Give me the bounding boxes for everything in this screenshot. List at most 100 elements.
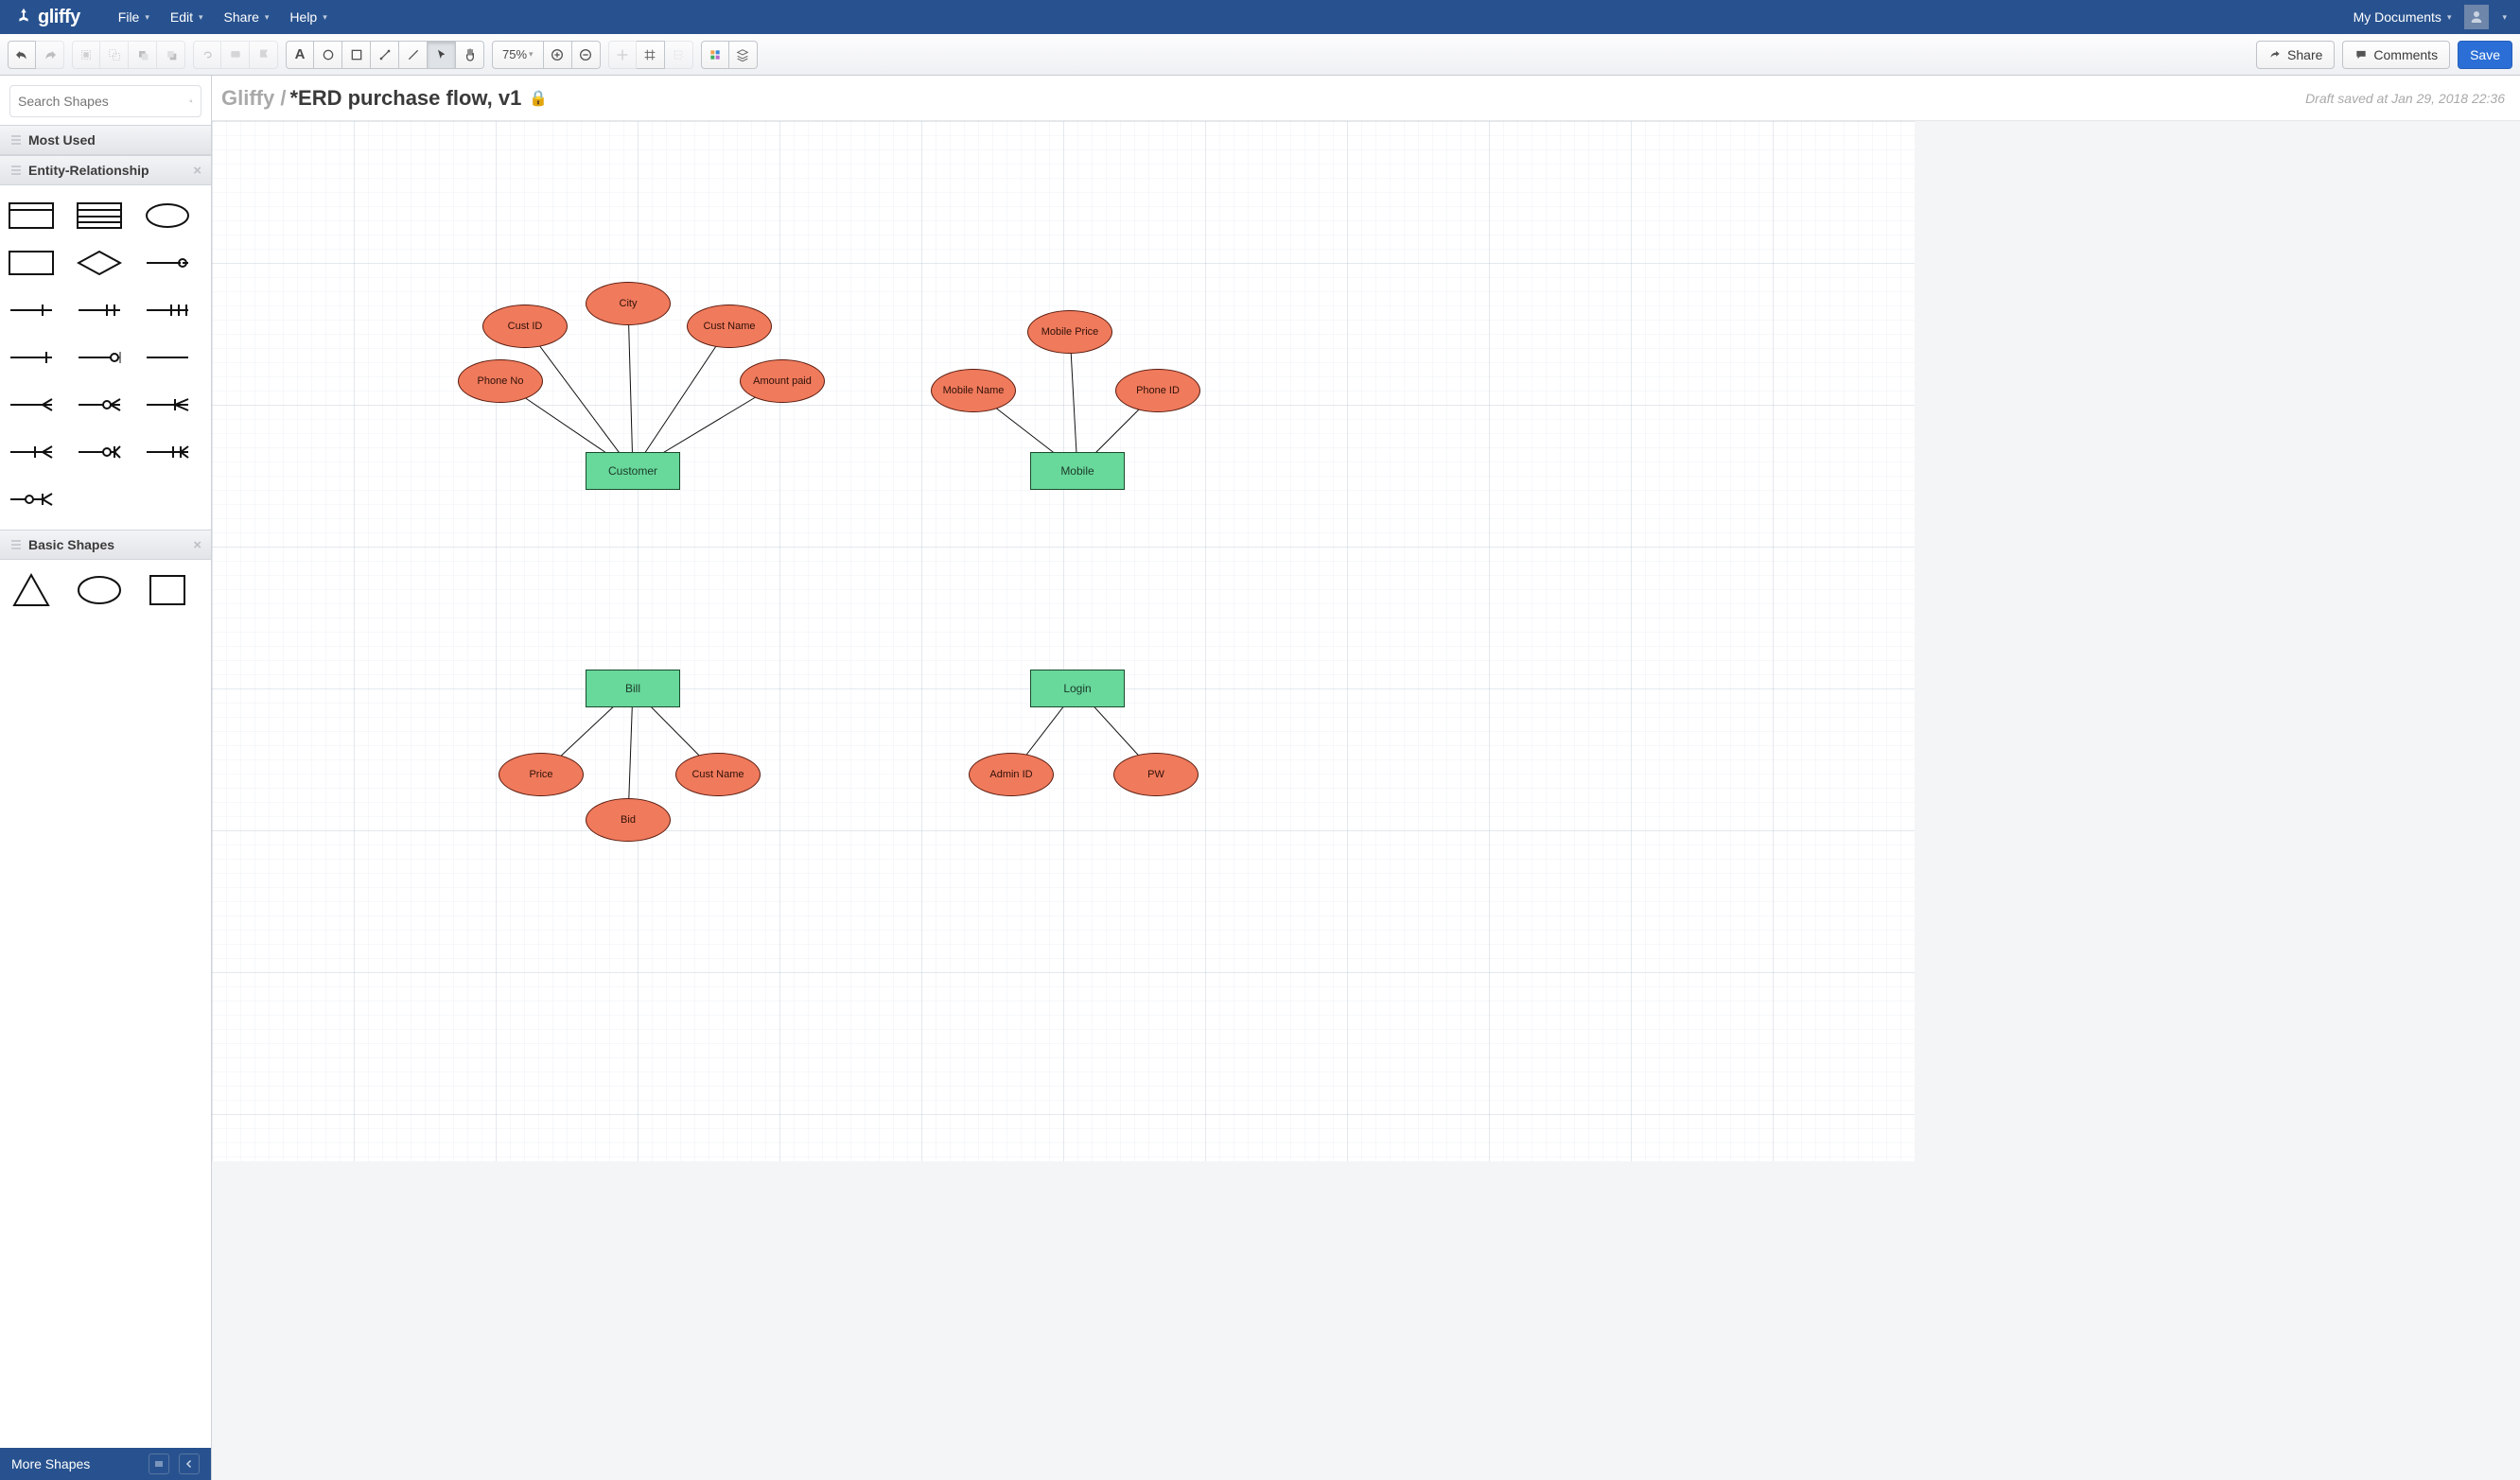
collapse-sidebar-button[interactable] [179, 1454, 200, 1474]
attribute-pw[interactable]: PW [1113, 753, 1199, 796]
my-documents[interactable]: My Documents▾ [2354, 9, 2452, 25]
attribute-bid[interactable]: Bid [586, 798, 671, 842]
shape-conn-5[interactable] [6, 337, 57, 378]
cursor-icon [434, 47, 449, 62]
square-icon [349, 47, 364, 62]
undo-button[interactable] [8, 41, 36, 69]
ungroup-icon [107, 47, 122, 62]
search-shapes[interactable] [9, 85, 201, 117]
attribute-amount_paid[interactable]: Amount paid [740, 359, 825, 403]
attribute-admin_id[interactable]: Admin ID [969, 753, 1054, 796]
zoom-in-button[interactable] [544, 41, 572, 69]
menu-file[interactable]: File▾ [118, 9, 149, 25]
shape-conn-3[interactable] [74, 289, 125, 331]
search-input[interactable] [18, 94, 189, 109]
text-tool[interactable]: A [286, 41, 314, 69]
category-er[interactable]: Entity-Relationship × [0, 155, 211, 185]
footer-btn-1[interactable] [149, 1454, 169, 1474]
front-button[interactable] [129, 41, 157, 69]
close-icon[interactable]: × [193, 537, 201, 553]
attribute-mobile_price[interactable]: Mobile Price [1027, 310, 1112, 354]
shape-conn-4[interactable] [142, 289, 193, 331]
redo-button[interactable] [36, 41, 64, 69]
attribute-phone_no[interactable]: Phone No [458, 359, 543, 403]
shape-ellipse[interactable] [74, 569, 125, 611]
note-button[interactable] [221, 41, 250, 69]
menu-edit[interactable]: Edit▾ [170, 9, 203, 25]
shape-conn-6[interactable] [74, 337, 125, 378]
entity-customer[interactable]: Customer [586, 452, 680, 490]
undo-icon [14, 47, 29, 62]
shape-triangle[interactable] [6, 569, 57, 611]
snap-button[interactable] [608, 41, 637, 69]
canvas-area: Gliffy / *ERD purchase flow, v1 🔒 Draft … [212, 76, 2520, 1480]
back-button[interactable] [157, 41, 185, 69]
grid-button[interactable] [637, 41, 665, 69]
save-button[interactable]: Save [2458, 41, 2512, 69]
chevron-down-icon: ▾ [2502, 12, 2507, 23]
group-icon [79, 47, 94, 62]
pan-tool[interactable] [456, 41, 484, 69]
shape-conn-1[interactable] [142, 242, 193, 284]
shape-entity-rows[interactable] [74, 195, 125, 236]
ungroup-button[interactable] [100, 41, 129, 69]
pointer-tool[interactable] [428, 41, 456, 69]
attribute-cust_name2[interactable]: Cust Name [675, 753, 761, 796]
shape-conn-8[interactable] [6, 431, 57, 473]
shape-conn-crow-1[interactable] [142, 384, 193, 426]
zoom-out-button[interactable] [572, 41, 601, 69]
brand-text: gliffy [38, 7, 80, 28]
shape-relationship[interactable] [74, 242, 125, 284]
shape-conn-11[interactable] [6, 479, 57, 520]
attribute-phone_id[interactable]: Phone ID [1115, 369, 1200, 412]
breadcrumb[interactable]: Gliffy / [221, 86, 286, 111]
share-button[interactable]: Share [2256, 41, 2335, 69]
rect-tool[interactable] [342, 41, 371, 69]
menu-help[interactable]: Help▾ [289, 9, 326, 25]
shape-conn-10[interactable] [142, 431, 193, 473]
theme-button[interactable] [701, 41, 729, 69]
shape-conn-7[interactable] [142, 337, 193, 378]
attribute-cust_name[interactable]: Cust Name [687, 305, 772, 348]
shape-conn-crow[interactable] [6, 384, 57, 426]
page-title[interactable]: *ERD purchase flow, v1 [289, 86, 521, 111]
more-shapes-link[interactable]: More Shapes [11, 1456, 90, 1471]
connector-tool[interactable] [371, 41, 399, 69]
grid-icon [642, 47, 657, 62]
shape-rect[interactable] [6, 242, 57, 284]
shape-conn-9[interactable] [74, 431, 125, 473]
drawing-canvas[interactable]: Customer Mobile Bill Login Phone No Cust ID Ci… [212, 121, 1915, 1161]
canvas-scroll[interactable]: Customer Mobile Bill Login Phone No Cust ID Ci… [212, 121, 2520, 1480]
entity-mobile[interactable]: Mobile [1030, 452, 1125, 490]
zoom-dropdown[interactable]: 75%▾ [492, 41, 544, 69]
shape-square[interactable] [142, 569, 193, 611]
attribute-price[interactable]: Price [499, 753, 584, 796]
line-tool[interactable] [399, 41, 428, 69]
attribute-mobile_name[interactable]: Mobile Name [931, 369, 1016, 412]
group-button[interactable] [72, 41, 100, 69]
category-basic[interactable]: Basic Shapes × [0, 530, 211, 560]
comments-button[interactable]: Comments [2342, 41, 2450, 69]
popup-icon [256, 47, 271, 62]
close-icon[interactable]: × [193, 163, 201, 179]
user-icon [2468, 9, 2485, 26]
popup-button[interactable] [250, 41, 278, 69]
layers-button[interactable] [729, 41, 758, 69]
shape-conn-2[interactable] [6, 289, 57, 331]
link-button[interactable] [193, 41, 221, 69]
shape-conn-crow-o[interactable] [74, 384, 125, 426]
shape-entity[interactable] [6, 195, 57, 236]
basic-shapes-palette [0, 560, 211, 620]
shape-attr-ellipse[interactable] [142, 195, 193, 236]
ellipse-tool[interactable] [314, 41, 342, 69]
attribute-city[interactable]: City [586, 282, 671, 325]
category-most-used[interactable]: Most Used [0, 125, 211, 155]
menu-share[interactable]: Share▾ [224, 9, 270, 25]
guides-button[interactable] [665, 41, 693, 69]
connector-icon [377, 47, 393, 62]
user-menu[interactable] [2464, 5, 2489, 29]
entity-bill[interactable]: Bill [586, 670, 680, 707]
chevron-down-icon: ▾ [265, 12, 270, 23]
entity-login[interactable]: Login [1030, 670, 1125, 707]
attribute-cust_id[interactable]: Cust ID [482, 305, 568, 348]
